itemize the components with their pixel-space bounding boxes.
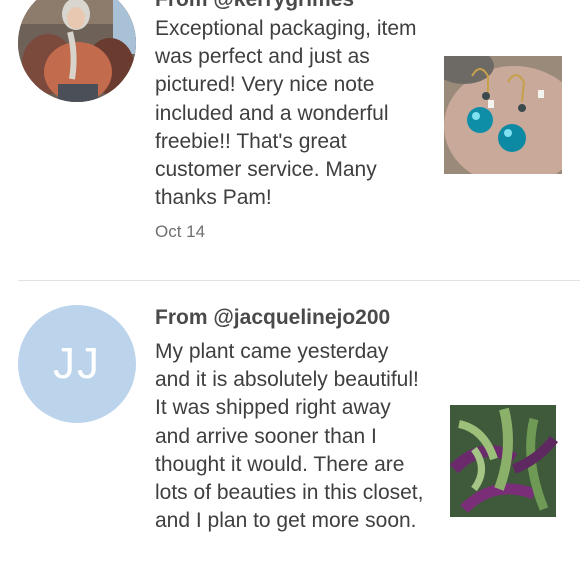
- review-item: From @kerrygrimes Exceptional packaging,…: [0, 0, 580, 280]
- product-thumbnail[interactable]: [444, 56, 562, 174]
- review-text: My plant came yesterday and it is absolu…: [155, 340, 424, 533]
- review-from-label[interactable]: From @jacquelinejo200: [155, 306, 390, 330]
- review-item: JJ From @jacquelinejo200 My plant came y…: [0, 281, 580, 580]
- reviewer-avatar[interactable]: [18, 0, 136, 102]
- reviewer-avatar[interactable]: JJ: [18, 305, 136, 423]
- review-text: Exceptional packaging, item was perfect …: [155, 17, 417, 210]
- plant-image-icon: [444, 399, 562, 523]
- review-from-label[interactable]: From @kerrygrimes: [155, 0, 354, 12]
- reviewer-photo-icon: [18, 0, 136, 102]
- product-thumbnail[interactable]: [444, 399, 562, 523]
- avatar-initials: JJ: [53, 339, 101, 388]
- earrings-image-icon: [444, 56, 562, 174]
- review-date: Oct 14: [155, 222, 206, 241]
